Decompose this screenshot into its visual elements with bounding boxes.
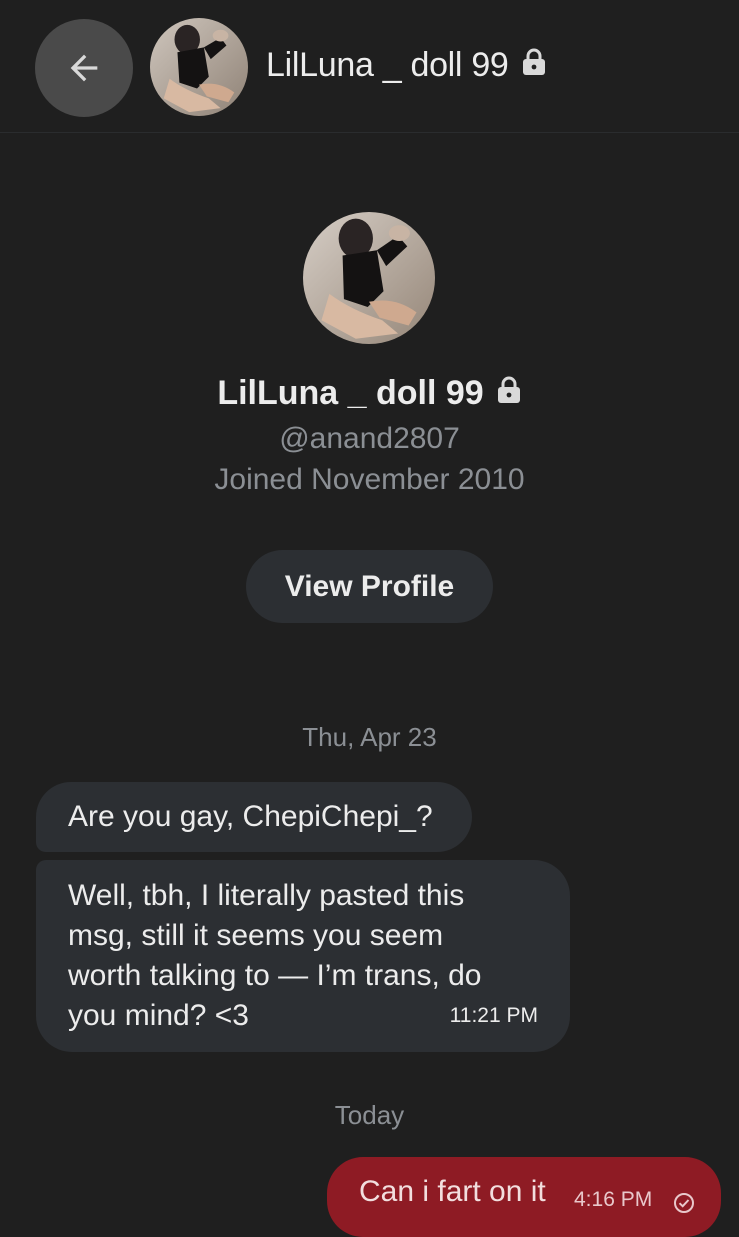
profile-name: LilLuna _ doll 99 — [0, 374, 739, 413]
lock-icon — [521, 46, 547, 85]
profile-handle: @anand2807 — [279, 422, 460, 455]
message-timestamp: 11:21 PM — [449, 1004, 538, 1027]
profile-avatar[interactable] — [303, 212, 435, 344]
arrow-left-icon — [70, 54, 98, 82]
message-timestamp: 4:16 PM — [574, 1188, 653, 1211]
header-title[interactable]: LilLuna _ doll 99 — [266, 46, 547, 85]
lock-icon — [496, 374, 522, 413]
date-divider: Thu, Apr 23 — [302, 722, 437, 752]
outgoing-message[interactable]: Can i fart on it 4:16 PM — [327, 1157, 721, 1237]
back-button[interactable] — [35, 19, 133, 117]
view-profile-button[interactable]: View Profile — [246, 550, 493, 623]
incoming-message[interactable]: Are you gay, ChepiChepi_? — [36, 782, 472, 852]
header-name-text: LilLuna _ doll 99 — [266, 46, 509, 84]
header-avatar[interactable] — [150, 18, 248, 116]
date-divider: Today — [334, 1100, 405, 1130]
profile-joined-date: Joined November 2010 — [214, 463, 525, 496]
profile-name-text: LilLuna _ doll 99 — [217, 374, 484, 412]
message-text: Are you gay, ChepiChepi_? — [68, 800, 433, 833]
sent-check-icon — [673, 1188, 695, 1222]
message-text: Can i fart on it — [359, 1175, 546, 1208]
conversation-header: LilLuna _ doll 99 — [0, 0, 739, 133]
incoming-message[interactable]: Well, tbh, I literally pasted this msg, … — [36, 860, 570, 1052]
